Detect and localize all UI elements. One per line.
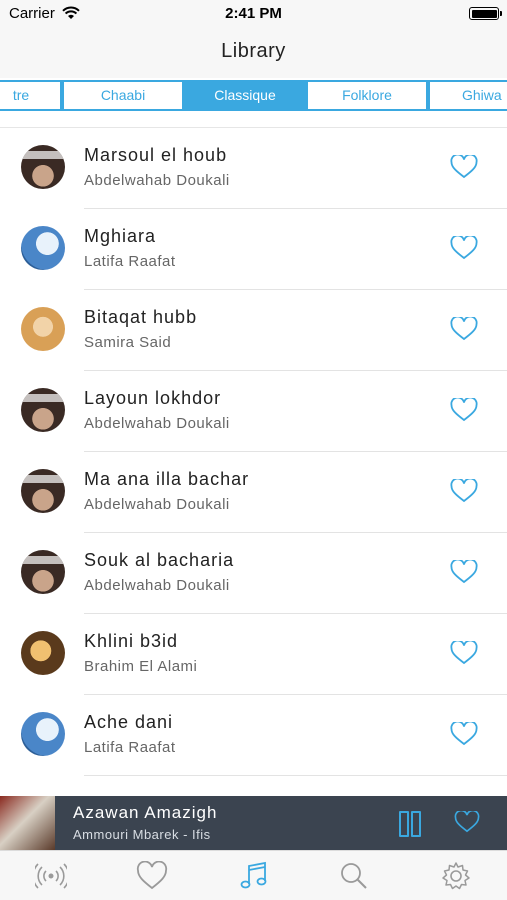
now-playing-bar[interactable]: Azawan Amazigh Ammouri Mbarek - Ifis (0, 796, 507, 850)
song-title: Souk al bacharia (84, 550, 235, 570)
heart-icon[interactable] (450, 479, 478, 503)
song-title: Bitaqat hubb (84, 307, 198, 327)
song-title: Marsoul el houb (84, 145, 228, 165)
song-title: Khlini b3id (84, 631, 179, 651)
song-row[interactable]: Layoun lokhdor Abdelwahab Doukali (0, 371, 507, 452)
tab-label: tre (12, 87, 30, 103)
tab-label: Folklore (342, 87, 392, 103)
album-art (21, 469, 65, 513)
heart-icon[interactable] (450, 398, 478, 422)
album-art (21, 307, 65, 351)
search-icon[interactable] (338, 861, 370, 891)
album-art (21, 712, 65, 756)
battery-icon (469, 7, 502, 20)
song-row[interactable]: Marsoul el houb Abdelwahab Doukali (0, 128, 507, 209)
heart-icon[interactable] (450, 560, 478, 584)
song-title: Mghiara (84, 226, 157, 246)
heart-icon[interactable] (454, 811, 480, 833)
tabs-divider (0, 114, 507, 128)
tab-chaabi[interactable]: Chaabi (62, 80, 184, 111)
music-note-icon[interactable] (238, 861, 270, 891)
pause-icon[interactable] (399, 811, 421, 837)
genre-tabs: tre Chaabi Classique Folklore Ghiwa (0, 78, 507, 114)
song-artist: Samira Said (84, 334, 172, 351)
tab-folklore[interactable]: Folklore (306, 80, 428, 111)
tab-label: Ghiwa (462, 87, 502, 103)
now-playing-title: Azawan Amazigh (73, 803, 218, 822)
song-row[interactable]: Khlini b3id Brahim El Alami (0, 614, 507, 695)
heart-icon[interactable] (136, 861, 168, 891)
now-playing-subtitle: Ammouri Mbarek - Ifis (73, 827, 211, 842)
album-art (21, 631, 65, 675)
tab-label: Classique (214, 87, 276, 103)
page-title: Library (221, 40, 286, 62)
song-artist: Abdelwahab Doukali (84, 172, 230, 189)
navigation-bar: Library (0, 28, 507, 78)
heart-icon[interactable] (450, 317, 478, 341)
song-title: Layoun lokhdor (84, 388, 222, 408)
song-title: Ache dani (84, 712, 174, 732)
song-row[interactable]: Bitaqat hubb Samira Said (0, 290, 507, 371)
album-art (21, 226, 65, 270)
song-artist: Abdelwahab Doukali (84, 496, 230, 513)
status-time: 2:41 PM (225, 5, 282, 22)
song-artist: Abdelwahab Doukali (84, 415, 230, 432)
album-art (21, 145, 65, 189)
tab-ghiwa[interactable]: Ghiwa (428, 80, 507, 111)
song-title: Ma ana illa bachar (84, 469, 250, 489)
gear-icon[interactable] (440, 861, 472, 891)
tab-bar (0, 850, 507, 900)
heart-icon[interactable] (450, 155, 478, 179)
tab-label: Chaabi (100, 87, 146, 103)
album-art (21, 388, 65, 432)
status-bar: Carrier 2:41 PM (0, 0, 507, 28)
song-row[interactable]: Ma ana illa bachar Abdelwahab Doukali (0, 452, 507, 533)
song-list: Marsoul el houb Abdelwahab Doukali Mghia… (0, 128, 507, 796)
song-artist: Latifa Raafat (84, 739, 176, 756)
tab-tre[interactable]: tre (0, 80, 62, 111)
song-row[interactable]: Souk al bacharia Abdelwahab Doukali (0, 533, 507, 614)
song-row[interactable]: Mghiara Latifa Raafat (0, 209, 507, 290)
now-playing-art (0, 796, 55, 850)
album-art (21, 550, 65, 594)
heart-icon[interactable] (450, 641, 478, 665)
tab-classique[interactable]: Classique (184, 80, 306, 111)
song-artist: Brahim El Alami (84, 658, 198, 675)
radio-icon[interactable] (35, 861, 67, 891)
row-divider (84, 775, 507, 776)
heart-icon[interactable] (450, 236, 478, 260)
song-artist: Latifa Raafat (84, 253, 176, 270)
heart-icon[interactable] (450, 722, 478, 746)
song-row[interactable]: Ache dani Latifa Raafat (0, 695, 507, 776)
song-artist: Abdelwahab Doukali (84, 577, 230, 594)
